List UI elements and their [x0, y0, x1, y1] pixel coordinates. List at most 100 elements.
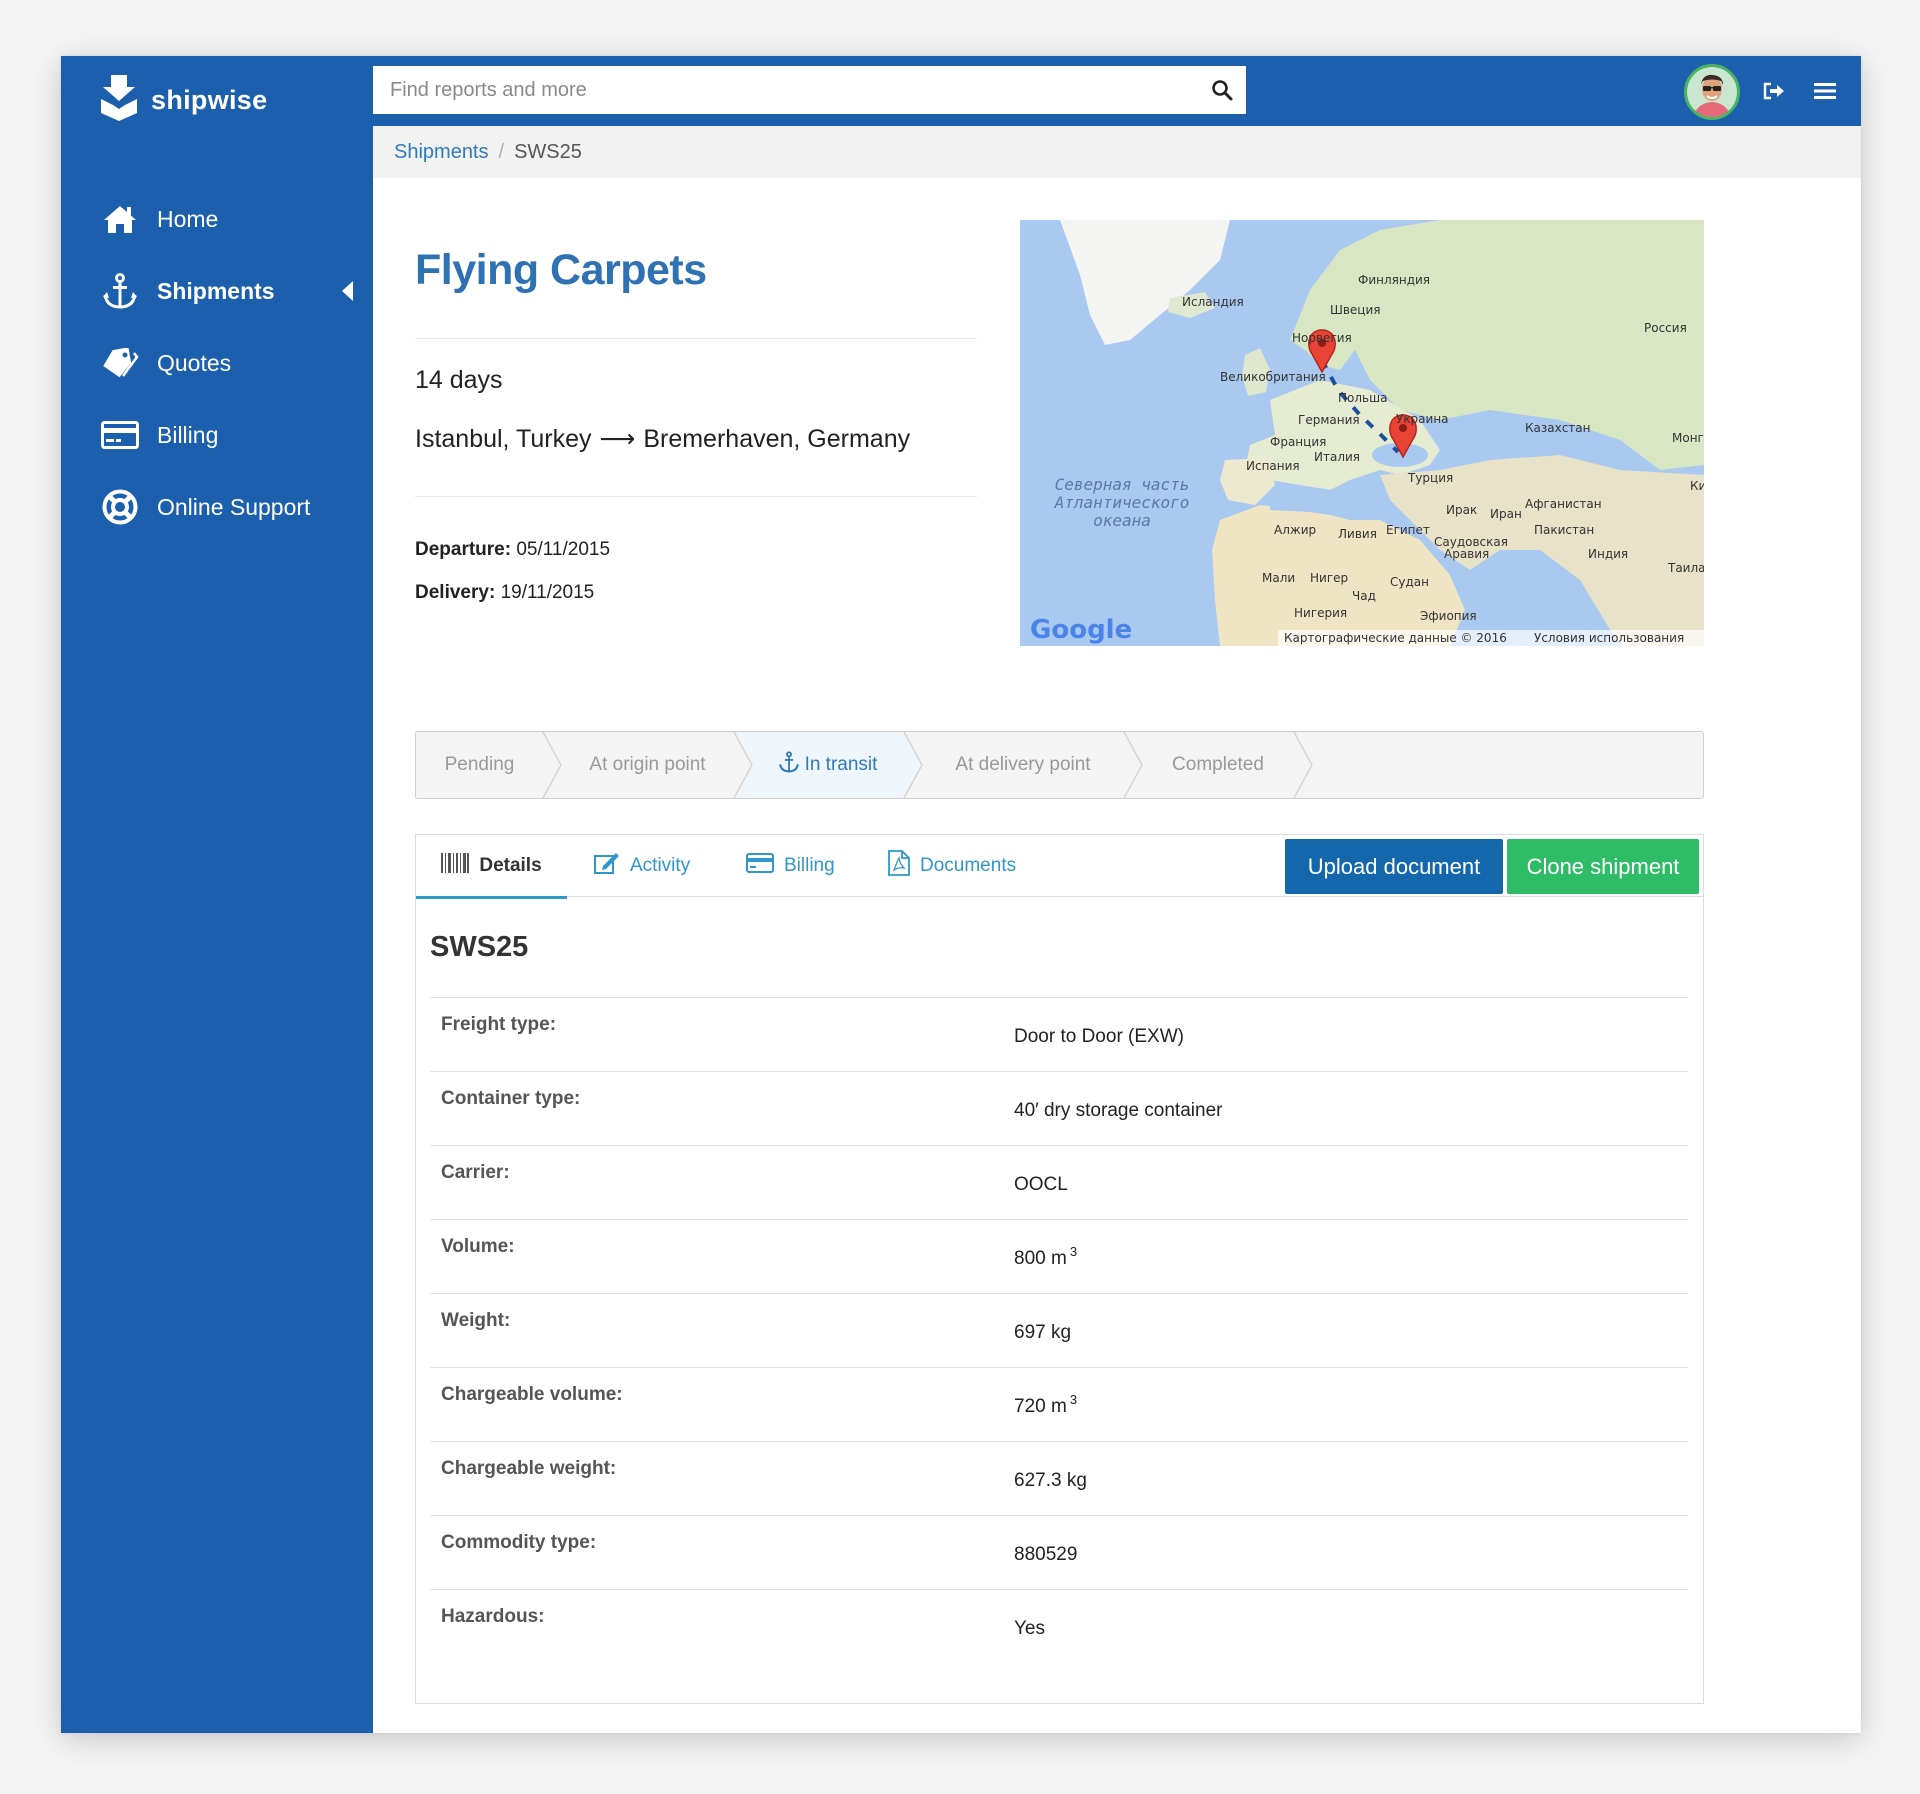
- table-row: Container type: 40′ dry storage containe…: [430, 1071, 1688, 1145]
- table-row: Commodity type: 880529: [430, 1515, 1688, 1589]
- table-row: Volume: 800 m3: [430, 1219, 1688, 1293]
- sidebar-item-home[interactable]: Home: [61, 183, 373, 255]
- map-label: Монг: [1672, 431, 1704, 445]
- arrow-right-icon: ⟶: [599, 425, 636, 453]
- lifebuoy-icon: [101, 488, 139, 526]
- sidebar-item-billing[interactable]: Billing: [61, 399, 373, 471]
- table-row: Chargeable volume: 720 m3: [430, 1367, 1688, 1441]
- map-label: Швеция: [1330, 303, 1380, 317]
- departure-line: Departure: 05/11/2015: [415, 528, 610, 571]
- map-label: Таила: [1667, 561, 1704, 575]
- sidebar-item-quotes[interactable]: Quotes: [61, 327, 373, 399]
- delivery-line: Delivery: 19/11/2015: [415, 571, 610, 614]
- row-value: Yes: [1014, 1618, 1045, 1639]
- shipment-route: Istanbul, Turkey ⟶ Bremerhaven, Germany: [415, 424, 910, 454]
- map-label: Франция: [1270, 435, 1326, 449]
- table-row: Chargeable weight: 627.3 kg: [430, 1441, 1688, 1515]
- upload-document-button[interactable]: Upload document: [1285, 839, 1503, 894]
- map-label: Афганистан: [1525, 497, 1602, 511]
- map-label: Нигерия: [1294, 606, 1347, 620]
- clone-shipment-button[interactable]: Clone shipment: [1507, 839, 1699, 894]
- map-label: Судан: [1390, 575, 1429, 589]
- table-row: Weight: 697 kg: [430, 1293, 1688, 1367]
- tab-label: Activity: [630, 855, 691, 876]
- pdf-icon: [888, 850, 910, 882]
- map-label: Испания: [1246, 459, 1300, 473]
- row-label: Weight:: [441, 1310, 511, 1331]
- sidebar-nav: Home Shipments Quotes Billing Online Sup…: [61, 183, 373, 543]
- row-label: Freight type:: [441, 1014, 557, 1035]
- table-row: Freight type: Door to Door (EXW): [430, 997, 1688, 1071]
- shipment-duration: 14 days: [415, 366, 503, 394]
- map-label: Финляндия: [1358, 273, 1430, 287]
- tab-documents[interactable]: Documents: [888, 835, 1016, 897]
- search-icon[interactable]: [1198, 66, 1246, 114]
- route-destination: Bremerhaven, Germany: [643, 424, 911, 453]
- shipment-status-steps: Pending At origin point In transit At de…: [415, 731, 1704, 799]
- menu-icon[interactable]: [1808, 74, 1842, 108]
- sidebar: shipwise Home Shipments Quotes Billing O…: [61, 56, 373, 1733]
- tab-activity[interactable]: Activity: [594, 835, 690, 897]
- row-label: Hazardous:: [441, 1606, 545, 1627]
- map-label: Турция: [1407, 471, 1453, 485]
- anchor-icon: [101, 272, 139, 310]
- credit-card-icon: [101, 416, 139, 454]
- sidebar-item-label: Quotes: [157, 349, 232, 376]
- route-map[interactable]: Финляндия Исландия Швеция Россия Норвеги…: [1020, 220, 1704, 646]
- map-label: Иран: [1490, 507, 1522, 521]
- search-input[interactable]: [373, 66, 1198, 114]
- tab-bar: Details Activity Billing Documents Uploa…: [416, 835, 1703, 899]
- sidebar-item-label: Shipments: [157, 277, 275, 304]
- row-value: 40′ dry storage container: [1014, 1100, 1223, 1121]
- tab-label: Details: [479, 854, 542, 876]
- tab-billing[interactable]: Billing: [746, 835, 835, 897]
- tab-details[interactable]: Details: [416, 835, 567, 899]
- sidebar-item-shipments[interactable]: Shipments: [61, 255, 373, 327]
- tab-label: Billing: [784, 855, 835, 876]
- map-label: Украина: [1396, 412, 1449, 426]
- map-label: Алжир: [1274, 523, 1316, 537]
- home-icon: [101, 200, 139, 238]
- step-completed: Completed: [1172, 754, 1264, 775]
- divider: [415, 496, 977, 497]
- row-value: Door to Door (EXW): [1014, 1026, 1184, 1047]
- google-logo: Google: [1030, 615, 1132, 645]
- departure-date: 05/11/2015: [516, 539, 611, 560]
- row-label: Volume:: [441, 1236, 515, 1257]
- map-label: Индия: [1588, 547, 1628, 561]
- app-window: shipwise Home Shipments Quotes Billing O…: [61, 56, 1861, 1733]
- row-value: 697 kg: [1014, 1322, 1072, 1343]
- shipment-id-heading: SWS25: [430, 931, 529, 963]
- logout-icon[interactable]: [1757, 74, 1791, 108]
- details-table: Freight type: Door to Door (EXW) Contain…: [430, 997, 1688, 1663]
- topbar: [373, 56, 1861, 126]
- map-label: Мали: [1262, 571, 1295, 585]
- sidebar-item-label: Home: [157, 205, 219, 232]
- map-label: Египет: [1386, 523, 1430, 537]
- map-label: Великобритания: [1220, 370, 1326, 384]
- avatar[interactable]: [1684, 64, 1740, 120]
- breadcrumb-shipments-link[interactable]: Shipments: [394, 141, 489, 164]
- row-value: OOCL: [1014, 1174, 1068, 1195]
- map-label: Казахстан: [1525, 421, 1591, 435]
- row-value: 720 m3: [1014, 1392, 1078, 1417]
- ship-logo-icon: [99, 74, 139, 126]
- breadcrumb-separator: /: [498, 140, 505, 163]
- search-bar: [373, 66, 1246, 114]
- row-label: Commodity type:: [441, 1532, 597, 1553]
- breadcrumb: Shipments / SWS25: [373, 126, 1861, 178]
- sidebar-item-online-support[interactable]: Online Support: [61, 471, 373, 543]
- row-value: 800 m3: [1014, 1244, 1078, 1269]
- map-label: Нигер: [1310, 571, 1348, 585]
- app-logo[interactable]: shipwise: [99, 74, 267, 126]
- sidebar-item-label: Billing: [157, 421, 219, 448]
- map-label: Эфиопия: [1420, 609, 1477, 623]
- map-label: Аравия: [1444, 547, 1489, 561]
- barcode-icon: [441, 852, 470, 879]
- departure-label: Departure:: [415, 539, 512, 560]
- map-label: Исландия: [1182, 295, 1244, 309]
- map-label: Германия: [1298, 413, 1360, 427]
- map-terms-link: Условия использования: [1534, 631, 1684, 645]
- map-label: Чад: [1352, 589, 1376, 603]
- step-pending: Pending: [444, 754, 515, 775]
